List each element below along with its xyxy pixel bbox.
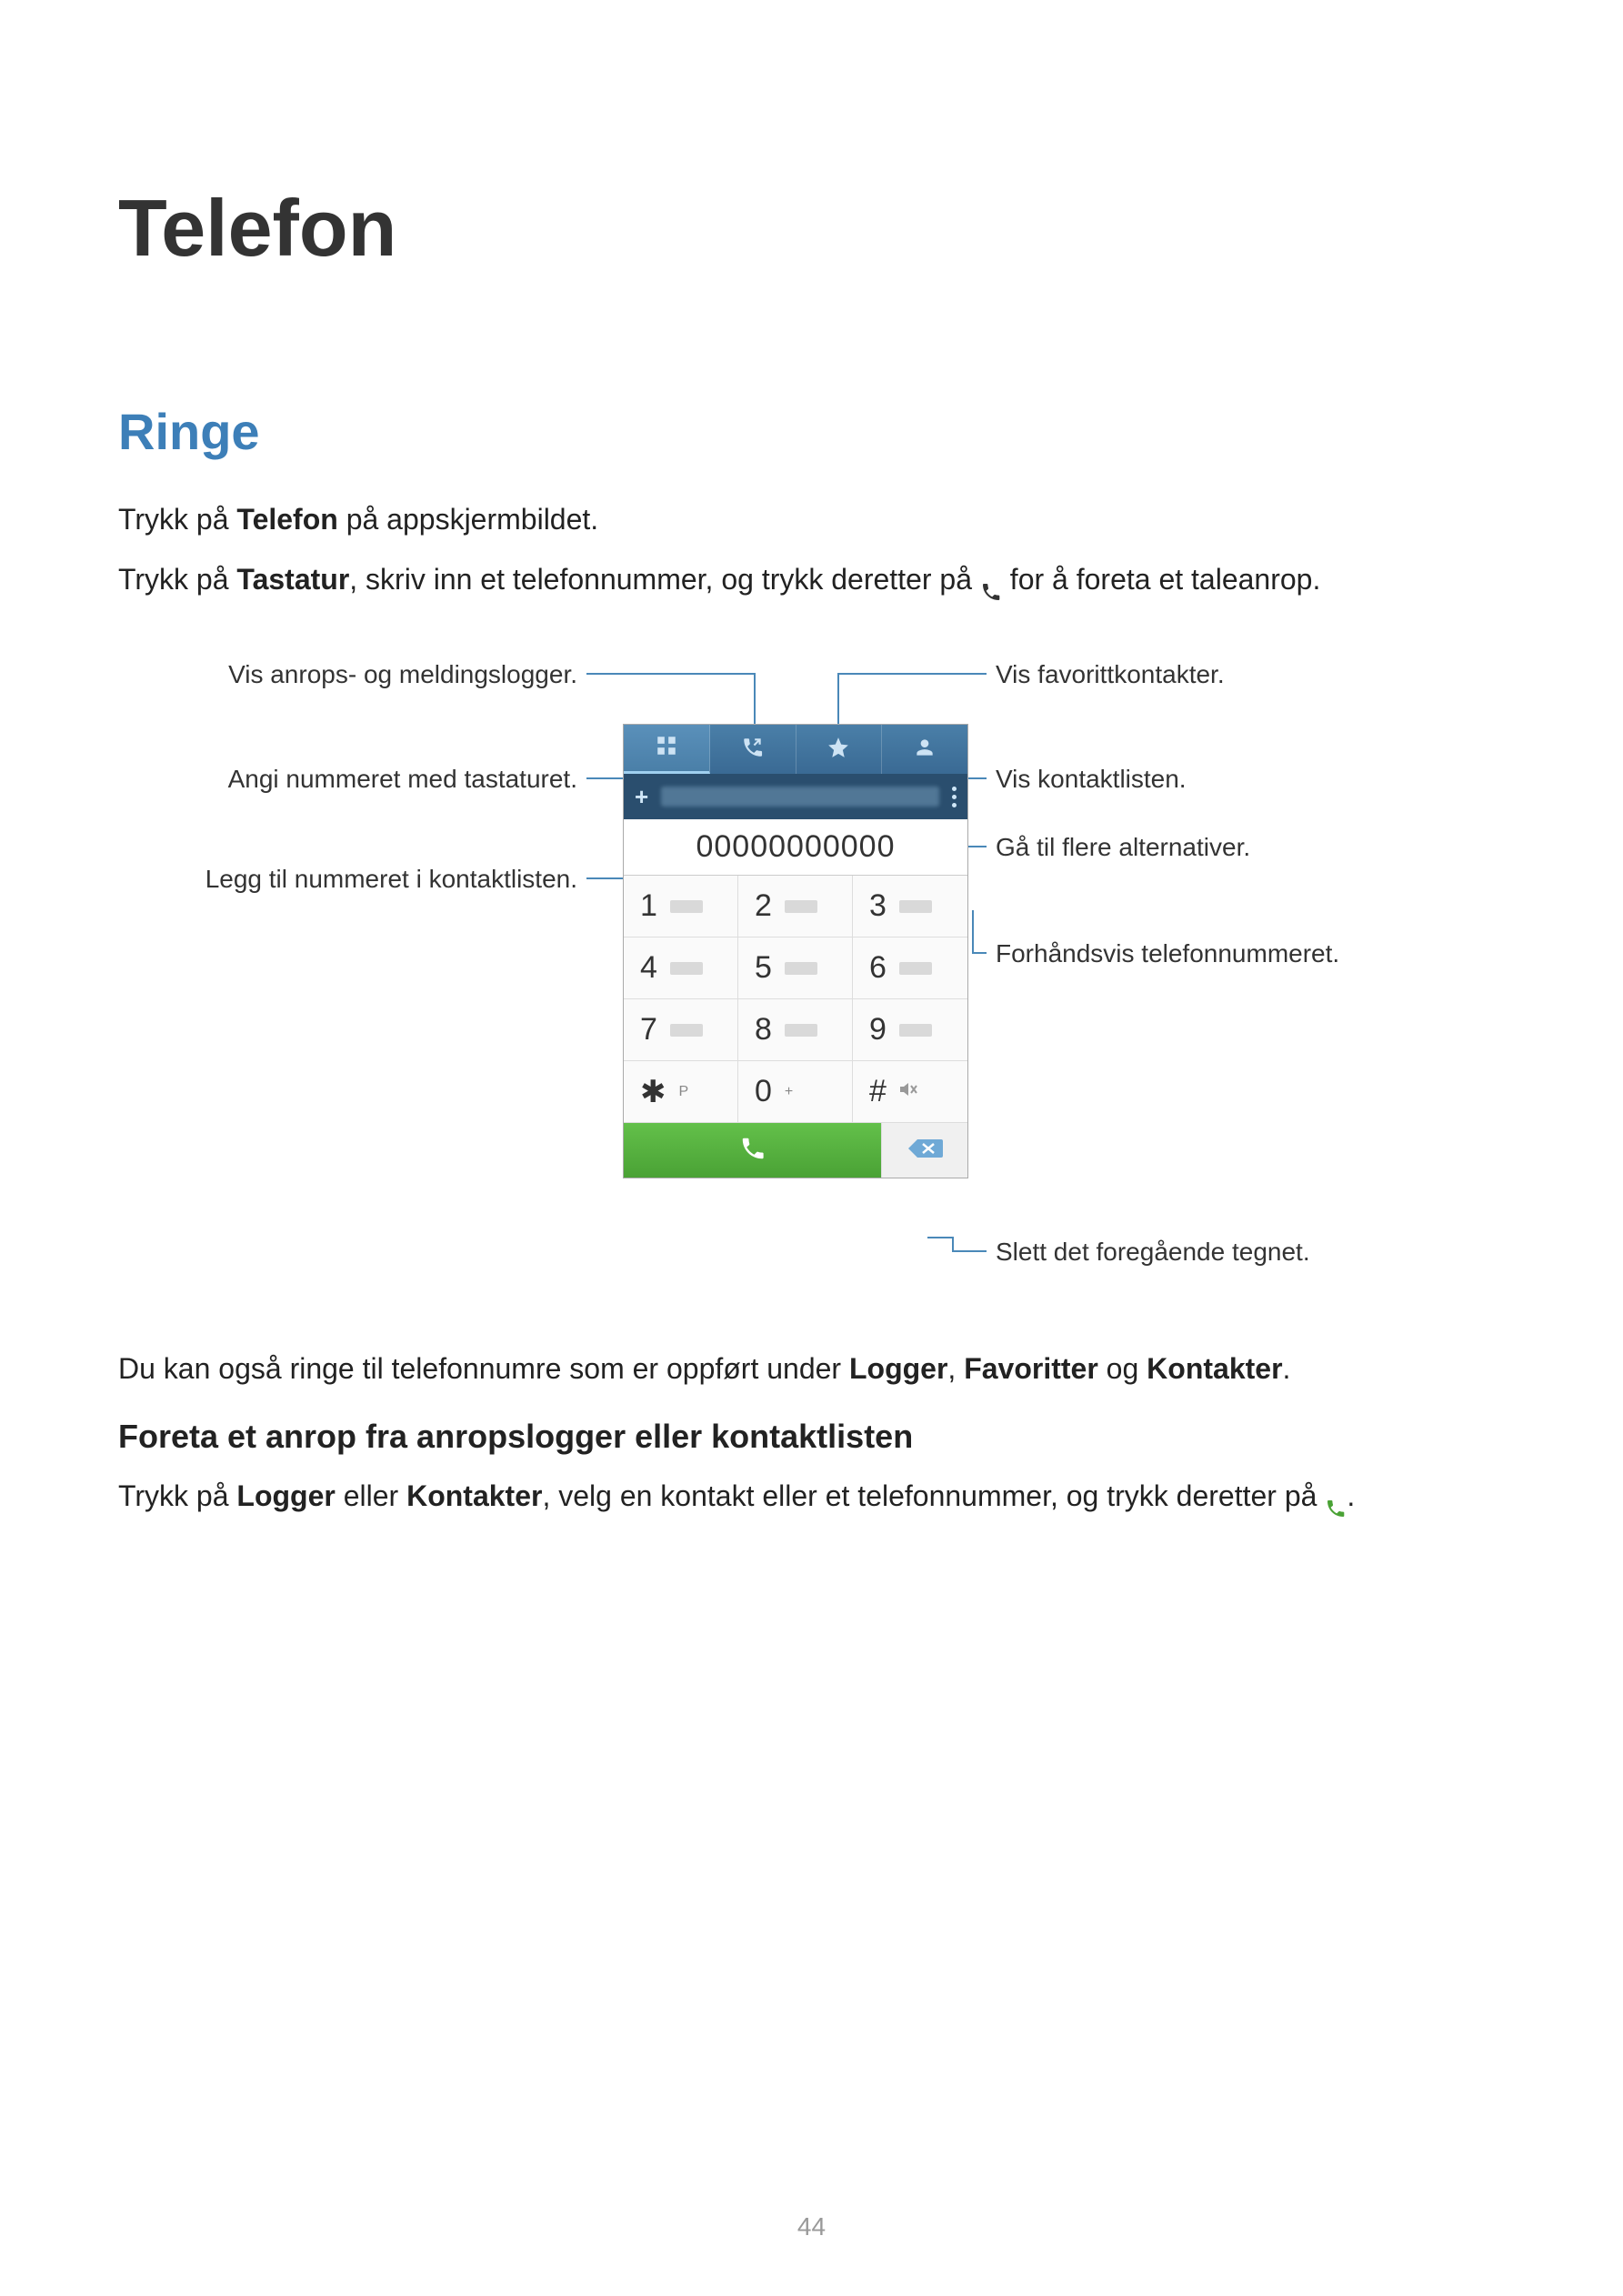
digit: 3 (869, 888, 887, 924)
text: eller (336, 1479, 406, 1512)
paragraph: Trykk på Logger eller Kontakter, velg en… (118, 1474, 1505, 1518)
text: Trykk på (118, 563, 236, 596)
text: på appskjermbildet. (338, 503, 598, 536)
text-bold: Kontakter (406, 1479, 542, 1512)
key-9[interactable]: 9 (853, 999, 967, 1061)
person-icon (913, 736, 937, 764)
key-0[interactable]: 0+ (738, 1061, 853, 1123)
dialer-header: + (624, 774, 967, 819)
text-bold: Kontakter (1147, 1352, 1282, 1385)
text: for å foreta et taleanrop. (1002, 563, 1320, 596)
dialer-diagram: Vis anrops- og meldingslogger. Angi numm… (118, 637, 1505, 1292)
text: . (1283, 1352, 1291, 1385)
key-4[interactable]: 4 (624, 937, 738, 999)
paragraph: Trykk på Tastatur, skriv inn et telefonn… (118, 557, 1505, 601)
callout-label: Vis favorittkontakter. (996, 660, 1225, 689)
backspace-icon (907, 1138, 943, 1164)
text: , (947, 1352, 964, 1385)
callout-label: Slett det foregående tegnet. (996, 1238, 1310, 1267)
callout-label: Forhåndsvis telefonnummeret. (996, 939, 1339, 968)
key-hash[interactable]: # (853, 1061, 967, 1123)
digit: # (869, 1074, 887, 1109)
text: , skriv inn et telefonnummer, og trykk d… (349, 563, 980, 596)
phone-icon (739, 1135, 766, 1167)
subchar: P (679, 1084, 689, 1100)
star-icon (827, 736, 850, 764)
dialer-bottom-row (624, 1123, 967, 1178)
dialer-mock: + 00000000000 1 2 3 4 5 6 7 8 9 ✱P 0+ # (623, 724, 968, 1178)
backspace-button[interactable] (881, 1123, 967, 1178)
letters-placeholder (670, 962, 703, 975)
digit: 2 (755, 888, 772, 924)
keypad-icon (655, 734, 678, 762)
text-bold: Tastatur (236, 563, 349, 596)
letters-placeholder (899, 900, 932, 913)
phone-icon (980, 571, 1002, 593)
letters-placeholder (899, 1024, 932, 1037)
key-6[interactable]: 6 (853, 937, 967, 999)
phone-arrow-icon (741, 736, 765, 764)
letters-placeholder (785, 962, 817, 975)
callout-label: Vis kontaktlisten. (996, 765, 1187, 794)
digit: 0 (755, 1074, 772, 1109)
digit: 5 (755, 950, 772, 986)
text: , velg en kontakt eller et telefonnummer… (542, 1479, 1325, 1512)
key-5[interactable]: 5 (738, 937, 853, 999)
mute-icon (899, 1083, 917, 1100)
text: Trykk på (118, 503, 236, 536)
subchar: + (785, 1084, 793, 1100)
callout-label: Legg til nummeret i kontaktlisten. (118, 865, 577, 894)
digit: 6 (869, 950, 887, 986)
text: . (1347, 1479, 1355, 1512)
section-heading: Ringe (118, 402, 1505, 461)
text-bold: Logger (236, 1479, 335, 1512)
letters-placeholder (899, 962, 932, 975)
digit: 8 (755, 1012, 772, 1048)
letters-placeholder (670, 1024, 703, 1037)
text: Trykk på (118, 1479, 236, 1512)
key-2[interactable]: 2 (738, 876, 853, 937)
call-button[interactable] (624, 1123, 881, 1178)
key-7[interactable]: 7 (624, 999, 738, 1061)
number-display: 00000000000 (624, 819, 967, 876)
number-preview-blur (661, 787, 939, 807)
callout-label: Gå til flere alternativer. (996, 833, 1250, 862)
tab-contacts[interactable] (882, 725, 967, 774)
text-bold: Favoritter (964, 1352, 1098, 1385)
add-to-contacts-button[interactable]: + (635, 783, 648, 811)
digit: 1 (640, 888, 657, 924)
key-star[interactable]: ✱P (624, 1061, 738, 1123)
text: Du kan også ringe til telefonnumre som e… (118, 1352, 849, 1385)
key-8[interactable]: 8 (738, 999, 853, 1061)
paragraph: Du kan også ringe til telefonnumre som e… (118, 1347, 1505, 1390)
tab-keypad[interactable] (624, 725, 710, 774)
more-options-button[interactable] (952, 787, 957, 807)
digit: 7 (640, 1012, 657, 1048)
letters-placeholder (785, 1024, 817, 1037)
text: og (1098, 1352, 1147, 1385)
text-bold: Telefon (236, 503, 337, 536)
digit: ✱ (640, 1074, 666, 1110)
digit: 9 (869, 1012, 887, 1048)
dialer-tabs (624, 725, 967, 774)
key-1[interactable]: 1 (624, 876, 738, 937)
key-3[interactable]: 3 (853, 876, 967, 937)
paragraph: Trykk på Telefon på appskjermbildet. (118, 497, 1505, 541)
keypad: 1 2 3 4 5 6 7 8 9 ✱P 0+ # (624, 876, 967, 1123)
digit: 4 (640, 950, 657, 986)
page-number: 44 (0, 2212, 1623, 2241)
subsection-heading: Foreta et anrop fra anropslogger eller k… (118, 1418, 1505, 1456)
tab-favorites[interactable] (796, 725, 883, 774)
letters-placeholder (785, 900, 817, 913)
callout-label: Vis anrops- og meldingslogger. (118, 660, 577, 689)
voicemail-icon (670, 900, 703, 913)
page-title: Telefon (118, 182, 1505, 275)
phone-icon (1325, 1488, 1347, 1509)
tab-logs[interactable] (710, 725, 796, 774)
text-bold: Logger (849, 1352, 947, 1385)
callout-label: Angi nummeret med tastaturet. (118, 765, 577, 794)
